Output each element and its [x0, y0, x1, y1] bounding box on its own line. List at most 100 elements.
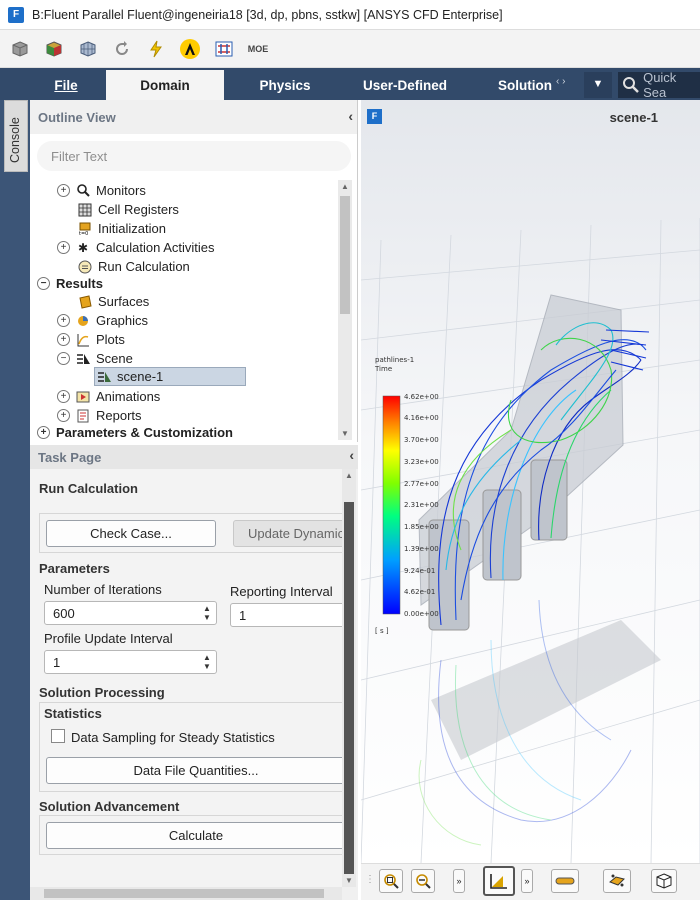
task-scrollbar[interactable]: ▲ ▼ — [342, 469, 356, 887]
scroll-down-icon[interactable]: ▼ — [345, 876, 353, 885]
profile-update-input[interactable]: 1 ▲ ▼ — [44, 650, 217, 674]
expand-icon[interactable]: + — [57, 241, 70, 254]
tree-item-calculation-activities[interactable]: + ✱ Calculation Activities — [57, 238, 215, 257]
parallel-icon[interactable] — [214, 39, 234, 59]
scroll-up-icon[interactable]: ▲ — [341, 182, 349, 191]
tree-item-monitors[interactable]: + Monitors — [57, 181, 146, 200]
tree-item-initialization[interactable]: t=0 Initialization — [78, 219, 166, 238]
check-case-button[interactable]: Check Case... — [46, 520, 216, 547]
tab-user-defined[interactable]: User-Defined — [350, 70, 460, 100]
scene-item-icon — [97, 370, 111, 384]
expand-icon[interactable]: + — [57, 314, 70, 327]
tree-item-animations[interactable]: + Animations — [57, 387, 160, 406]
ribbon-bar: File Domain Physics User-Defined Solutio… — [0, 68, 700, 100]
task-hscrollbar[interactable] — [30, 887, 342, 900]
legend-tick-label: 0.00e+00 — [404, 610, 439, 618]
main-toolbar: MOE — [0, 30, 700, 68]
search-icon — [623, 77, 639, 93]
plot-icon — [76, 333, 90, 347]
gear-icon: ✱ — [77, 240, 89, 255]
collapse-icon[interactable]: − — [57, 352, 70, 365]
legend-tick-label: 1.39e+00 — [404, 545, 439, 553]
scroll-down-icon[interactable]: ▼ — [341, 429, 349, 438]
ruler-icon[interactable] — [551, 869, 579, 893]
tree-item-surfaces[interactable]: Surfaces — [78, 292, 149, 311]
data-sampling-checkbox[interactable] — [51, 729, 65, 743]
tree-item-scene-1[interactable]: scene-1 — [94, 367, 246, 386]
statistics-heading: Statistics — [44, 706, 102, 721]
legend-subtitle: Time — [374, 365, 392, 373]
task-scroll-thumb[interactable] — [344, 502, 354, 874]
zoom-fit-icon[interactable] — [379, 869, 403, 893]
tab-scroll-arrows[interactable]: ‹ › — [556, 76, 565, 87]
grip-icon: ⋮ — [365, 874, 375, 885]
tree-item-scene[interactable]: − Scene — [57, 349, 133, 368]
outline-scrollbar[interactable]: ▲ ▼ — [338, 180, 352, 440]
run-icon — [78, 260, 92, 274]
model-shadow — [431, 620, 661, 760]
tree-item-plots[interactable]: + Plots — [57, 330, 125, 349]
ribbon-dropdown-icon[interactable]: ▼ — [584, 72, 612, 98]
graphics-viewport[interactable]: F scene-1 pathlines-1 Time 4.62e+00 4.16… — [361, 100, 700, 863]
calculate-button[interactable]: Calculate — [46, 822, 342, 849]
expand-icon[interactable]: + — [57, 184, 70, 197]
collapse-arrow-icon[interactable]: ‹ — [349, 447, 354, 463]
left-dock-strip — [0, 100, 30, 900]
refresh-icon[interactable] — [112, 39, 132, 59]
quick-search-input[interactable]: Quick Sea — [618, 70, 700, 100]
tab-physics[interactable]: Physics — [240, 70, 330, 100]
iterations-spinner[interactable]: ▲ ▼ — [203, 604, 213, 622]
fluent-app-icon: F — [8, 6, 24, 23]
task-page-content: Run Calculation Check Case... Update Dyn… — [30, 469, 342, 887]
init-icon: t=0 — [78, 222, 92, 236]
outline-scroll-thumb[interactable] — [340, 196, 350, 314]
view-icon[interactable] — [483, 866, 515, 896]
outline-view-panel: Outline View ‹ Filter Text + Monitors Ce… — [30, 100, 358, 442]
legend-tick-label: 3.23e+00 — [404, 458, 439, 466]
tab-solution[interactable]: Solution — [490, 70, 560, 100]
lightning-icon[interactable] — [146, 39, 166, 59]
graphics-icon — [76, 314, 90, 328]
update-dynamic-button[interactable]: Update Dynamic — [233, 520, 342, 547]
expand-icon[interactable]: + — [57, 390, 70, 403]
zoom-out-icon[interactable] — [411, 869, 435, 893]
more-icon[interactable]: » — [453, 869, 465, 893]
ansys-logo-icon[interactable] — [180, 38, 200, 59]
legend-tick-label: 4.62e+00 — [404, 393, 439, 401]
scroll-up-icon[interactable]: ▲ — [345, 471, 353, 480]
tree-item-parameters-customization[interactable]: + Parameters & Customization — [37, 423, 233, 442]
cube-icon[interactable] — [10, 39, 30, 59]
legend-tick-label: 4.16e+00 — [404, 414, 439, 422]
tree-item-cell-registers[interactable]: Cell Registers — [78, 200, 179, 219]
filter-text-input[interactable]: Filter Text — [37, 141, 351, 171]
legend-tick-label: 2.77e+00 — [404, 480, 439, 488]
expand-icon[interactable]: + — [57, 409, 70, 422]
profile-update-spinner[interactable]: ▲ ▼ — [203, 653, 213, 671]
legend-unit: [ s ] — [375, 627, 389, 635]
mesh-cube-icon[interactable] — [78, 39, 98, 59]
expand-icon[interactable]: + — [37, 426, 50, 439]
data-file-quantities-button[interactable]: Data File Quantities... — [46, 757, 342, 784]
legend-tick-label: 2.31e+00 — [404, 501, 439, 509]
iterations-label: Number of Iterations — [44, 582, 162, 597]
colored-cube-icon[interactable] — [44, 39, 64, 59]
collapse-icon[interactable]: − — [37, 277, 50, 290]
task-hscroll-thumb[interactable] — [44, 889, 324, 898]
moe-icon[interactable]: MOE — [248, 39, 269, 59]
iterations-input[interactable]: 600 ▲ ▼ — [44, 601, 217, 625]
reporting-interval-input[interactable]: 1 — [230, 603, 342, 627]
legend-tick-label: 3.70e+00 — [404, 436, 439, 444]
window-title: B:Fluent Parallel Fluent@ingeneiria18 [3… — [32, 7, 503, 22]
more-icon[interactable]: » — [521, 869, 533, 893]
cube-view-icon[interactable] — [651, 869, 677, 893]
collapse-arrow-icon[interactable]: ‹ — [348, 108, 353, 124]
magnifier-icon — [76, 184, 90, 198]
tree-item-graphics[interactable]: + Graphics — [57, 311, 148, 330]
tree-item-results[interactable]: − Results — [37, 274, 103, 293]
expand-icon[interactable]: + — [57, 333, 70, 346]
tab-domain[interactable]: Domain — [106, 70, 224, 100]
camera-icon[interactable] — [603, 869, 631, 893]
console-tab[interactable]: Console — [4, 100, 28, 172]
tab-file[interactable]: File — [40, 70, 92, 100]
task-page-header: Task Page ‹ — [30, 445, 358, 469]
